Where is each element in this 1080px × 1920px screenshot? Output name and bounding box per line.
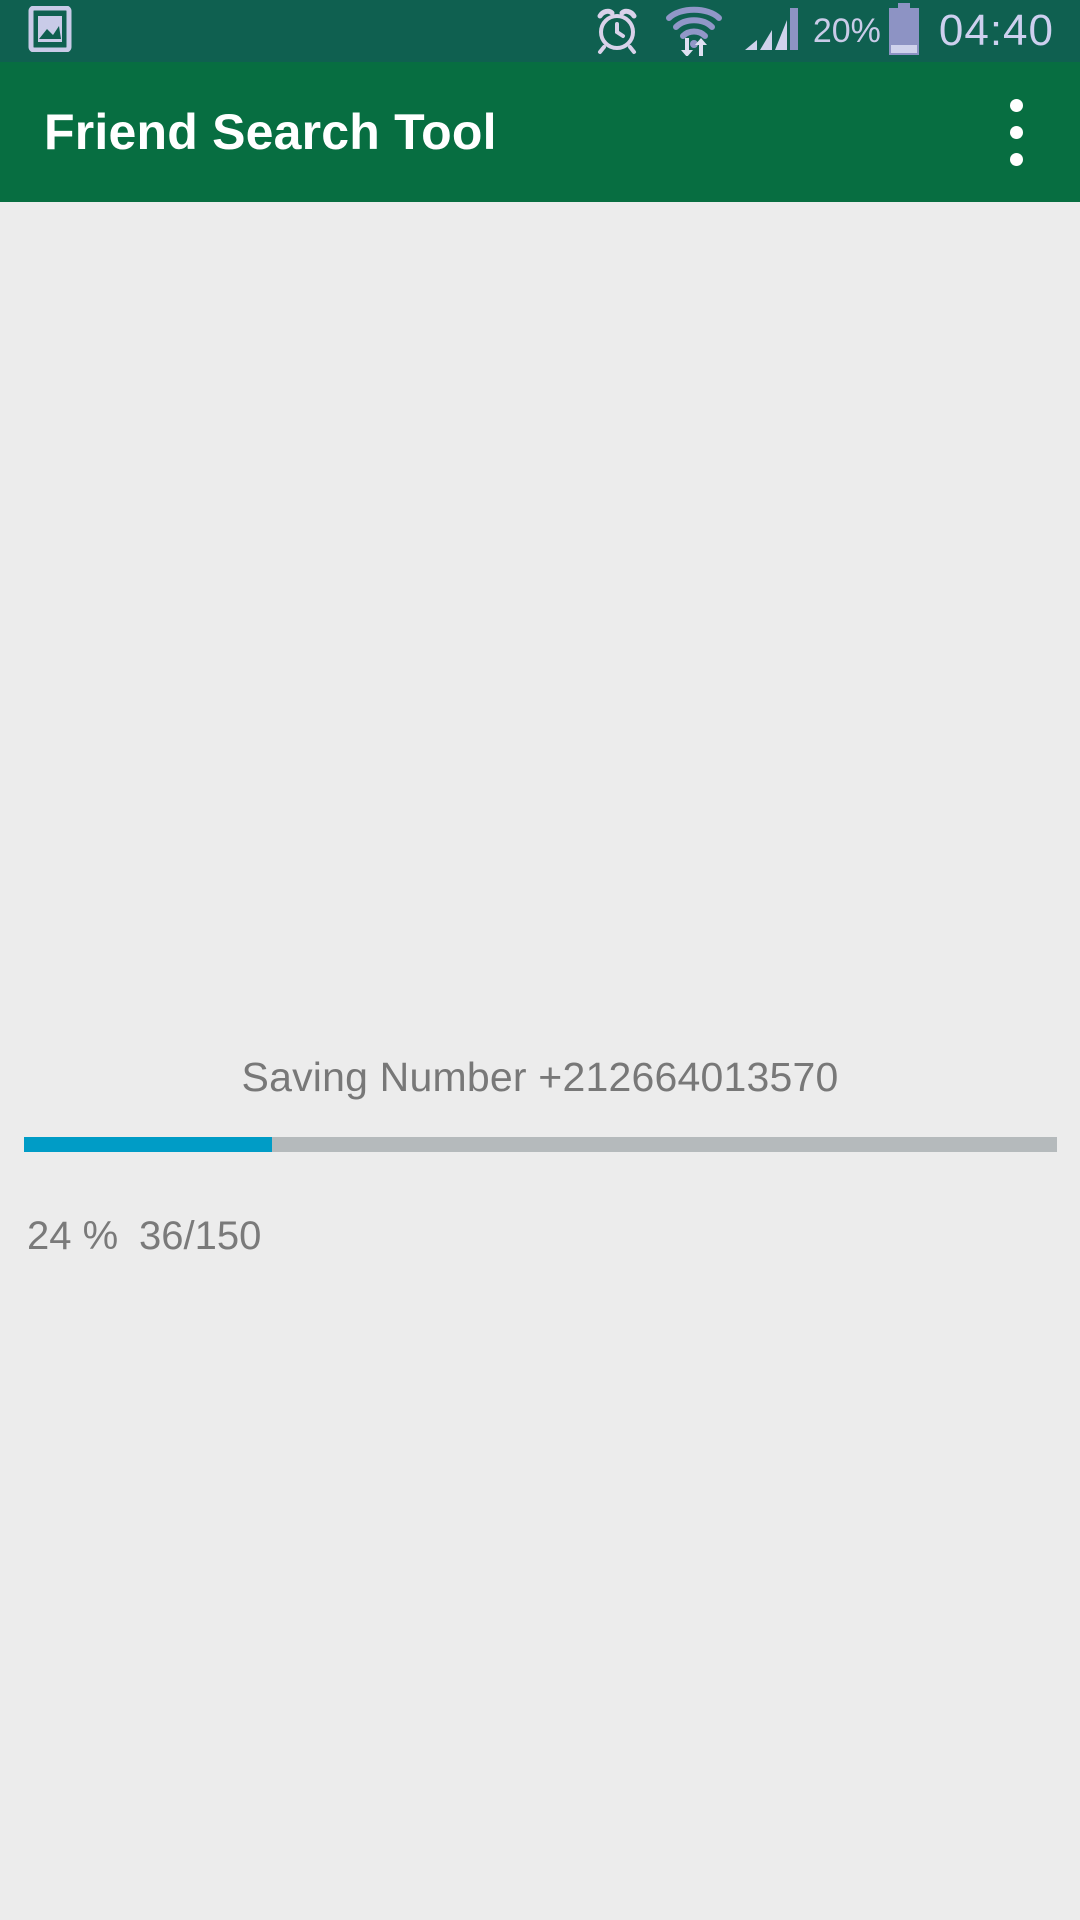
status-bar-left-icons <box>0 5 72 57</box>
progress-bar <box>24 1137 1057 1152</box>
progress-count-label: 36/150 <box>139 1214 262 1258</box>
cellular-signal-icon <box>743 4 799 59</box>
overflow-menu-button[interactable] <box>986 87 1046 177</box>
progress-bar-fill <box>24 1137 272 1152</box>
overflow-dot-icon <box>1009 152 1023 166</box>
overflow-dot-icon <box>1009 98 1023 112</box>
app-toolbar: Friend Search Tool <box>0 62 1080 202</box>
main-content: Saving Number +212664013570 24 % 36/150 <box>0 202 1080 1920</box>
status-bar-clock: 04:40 <box>938 6 1054 55</box>
wifi-data-transfer-icon <box>665 2 723 61</box>
battery-icon <box>887 2 921 60</box>
progress-percent-label: 24 % <box>27 1214 119 1258</box>
saving-status-text: Saving Number +212664013570 <box>241 1054 839 1100</box>
photo-gallery-icon <box>28 5 72 57</box>
battery-percent-label: 20% <box>812 12 881 50</box>
page-title: Friend Search Tool <box>44 104 497 160</box>
alarm-clock-icon <box>591 3 643 60</box>
overflow-dot-icon <box>1009 125 1023 139</box>
progress-stats-row: 24 % 36/150 <box>0 1214 1080 1270</box>
status-bar: 20% 04:40 <box>0 0 1080 62</box>
status-bar-right-icons: 20% 04:40 <box>591 2 1080 61</box>
